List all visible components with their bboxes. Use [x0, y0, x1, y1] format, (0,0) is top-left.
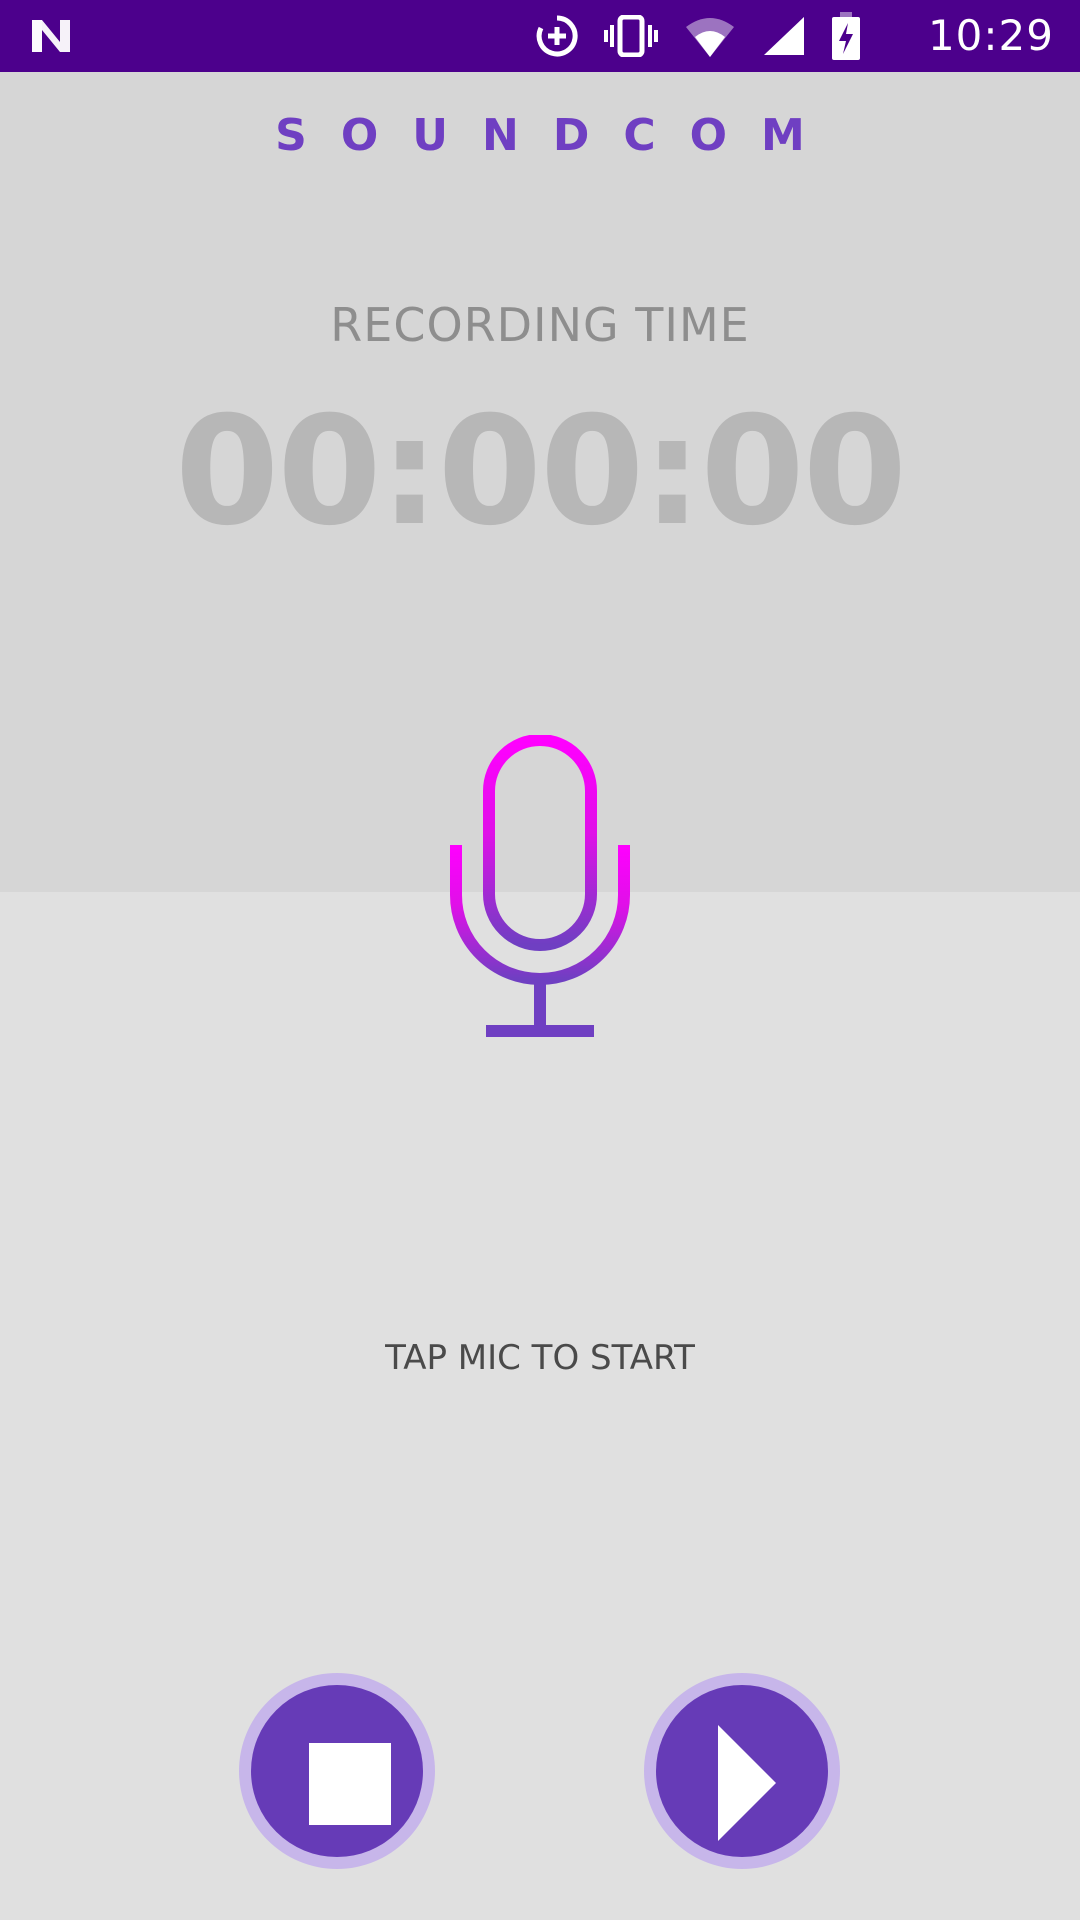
wifi-icon: [686, 18, 734, 57]
play-button[interactable]: [644, 1673, 840, 1869]
play-icon: [718, 1725, 776, 1841]
recording-time-label: RECORDING TIME: [330, 298, 750, 352]
recorder-screen: 10:29 SOUNDCOM RECORDING TIME 00:00:00 T…: [0, 0, 1080, 1920]
battery-charging-icon: [832, 12, 860, 60]
recording-timer: 00:00:00: [174, 385, 907, 559]
status-bar: 10:29: [0, 0, 1080, 72]
microphone-icon[interactable]: [450, 735, 630, 1040]
status-icons: [536, 12, 860, 60]
stop-button-face: [251, 1685, 423, 1857]
signal-icon: [764, 17, 804, 55]
app-title: SOUNDCOM: [275, 110, 839, 161]
data-saver-icon: [536, 15, 578, 57]
status-time: 10:29: [927, 11, 1054, 60]
stop-icon: [309, 1743, 391, 1825]
tap-mic-hint: TAP MIC TO START: [385, 1338, 695, 1378]
n-logo-icon: [32, 20, 70, 52]
stop-button[interactable]: [239, 1673, 435, 1869]
play-button-face: [656, 1685, 828, 1857]
vibrate-icon: [604, 15, 658, 57]
